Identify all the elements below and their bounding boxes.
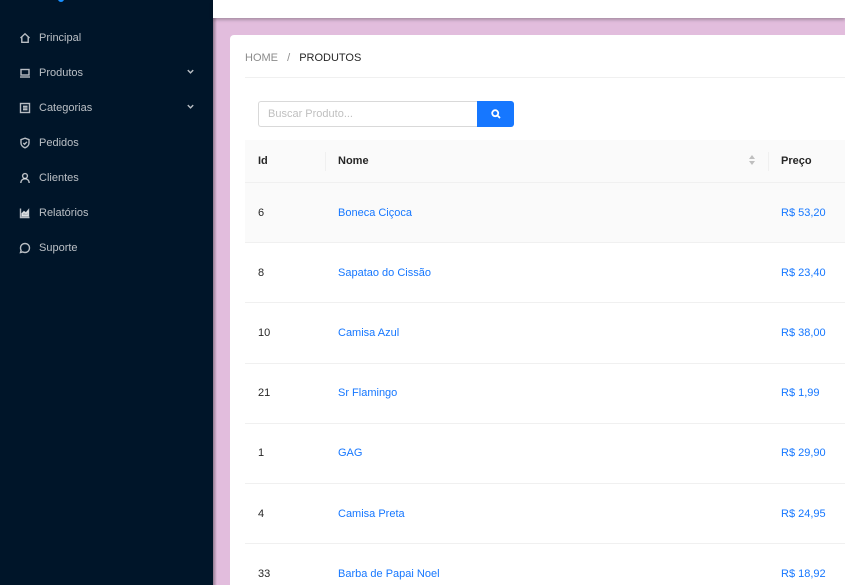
breadcrumb: HOME / PRODUTOS [245,52,361,64]
cell-preco-link[interactable]: R$ 38,00 [768,303,845,362]
sidebar-item-label: Suporte [39,241,78,254]
table-row: 21 Sr Flamingo R$ 1,99 [245,364,845,424]
cell-preco-link[interactable]: R$ 29,90 [768,424,845,483]
cell-nome-link[interactable]: Barba de Papai Noel [325,544,768,585]
home-icon [19,32,31,44]
cell-nome-link[interactable]: Sr Flamingo [325,364,768,423]
table-row: 1 GAG R$ 29,90 [245,424,845,484]
user-icon [19,172,31,184]
list-icon [19,102,31,114]
products-table: Id Nome Preço 6 Boneca Ciçoca R$ 53,20 8… [245,140,845,585]
table-row: 33 Barba de Papai Noel R$ 18,92 [245,544,845,585]
sidebar-item-principal[interactable]: Principal [0,20,213,55]
cell-preco-link[interactable]: R$ 53,20 [768,183,845,242]
search-icon [490,109,501,119]
cell-preco-link[interactable]: R$ 1,99 [768,364,845,423]
sidebar-item-relatorios[interactable]: Relatórios [0,195,213,230]
cell-id: 8 [258,266,265,279]
search-button[interactable] [477,101,514,127]
sidebar: Principal Produtos Categorias Pedidos Cl… [0,0,213,585]
cell-preco-link[interactable]: R$ 18,92 [768,544,845,585]
breadcrumb-home[interactable]: HOME [245,52,278,64]
table-row: 8 Sapatao do Cissão R$ 23,40 [245,243,845,304]
sidebar-item-pedidos[interactable]: Pedidos [0,125,213,160]
cell-id: 4 [258,507,265,520]
chevron-down-icon [186,67,195,79]
breadcrumb-separator: / [287,52,291,64]
cell-nome-link[interactable]: Camisa Preta [325,484,768,543]
logo [58,0,64,2]
cell-nome-link[interactable]: GAG [325,424,768,483]
table-row: 10 Camisa Azul R$ 38,00 [245,303,845,364]
column-header-id: Id [245,140,325,182]
column-header-preco: Preço [768,140,845,182]
sidebar-menu: Principal Produtos Categorias Pedidos Cl… [0,20,213,265]
sidebar-item-categorias[interactable]: Categorias [0,90,213,125]
cell-preco-link[interactable]: R$ 24,95 [768,484,845,543]
area-chart-icon [19,207,31,219]
table-row: 6 Boneca Ciçoca R$ 53,20 [245,183,845,244]
sidebar-item-label: Principal [39,31,82,44]
message-icon [19,242,31,254]
sidebar-item-produtos[interactable]: Produtos [0,55,213,90]
table-header: Id Nome Preço [245,140,845,183]
cell-preco-link[interactable]: R$ 23,40 [768,243,845,302]
sidebar-item-suporte[interactable]: Suporte [0,230,213,265]
sidebar-item-label: Categorias [39,101,93,114]
column-header-label: Nome [338,155,369,167]
top-header [213,0,845,18]
search-group [258,101,514,127]
column-header-label: Preço [781,155,812,167]
column-header-label: Id [258,155,268,167]
sidebar-item-clientes[interactable]: Clientes [0,160,213,195]
cell-id: 10 [258,326,271,339]
breadcrumb-current: PRODUTOS [299,52,362,64]
cell-id: 1 [258,447,265,460]
content-card: HOME / PRODUTOS Id Nome Preço [230,35,845,585]
table-row: 4 Camisa Preta R$ 24,95 [245,484,845,545]
sidebar-shadow [213,0,217,585]
cell-id: 21 [258,387,271,400]
cell-nome-link[interactable]: Camisa Azul [325,303,768,362]
sidebar-item-label: Clientes [39,171,79,184]
sidebar-item-label: Pedidos [39,136,79,149]
sidebar-item-label: Relatórios [39,206,89,219]
search-input[interactable] [258,101,477,127]
divider [245,77,845,78]
chevron-down-icon [186,102,195,114]
shield-check-icon [19,136,31,149]
sort-icon[interactable] [749,155,755,165]
cell-id: 33 [258,567,271,580]
cell-nome-link[interactable]: Sapatao do Cissão [325,243,768,302]
cell-nome-link[interactable]: Boneca Ciçoca [325,183,768,242]
cell-id: 6 [258,206,265,219]
column-header-nome[interactable]: Nome [325,140,768,182]
laptop-icon [19,67,31,79]
sidebar-item-label: Produtos [39,66,84,79]
